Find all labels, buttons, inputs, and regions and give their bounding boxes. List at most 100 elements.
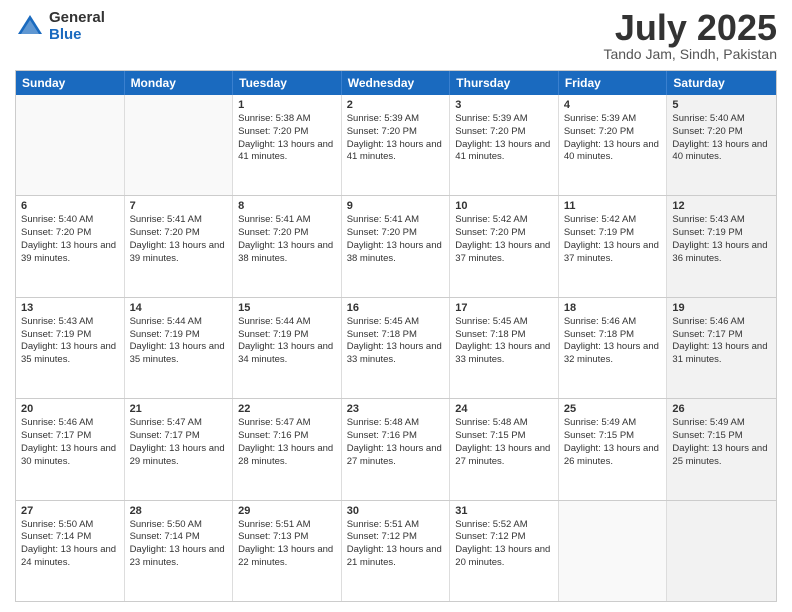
day-cell-12: 12Sunrise: 5:43 AM Sunset: 7:19 PM Dayli…: [667, 196, 776, 296]
day-cell-4: 4 Sunrise: 5:39 AM Sunset: 7:20 PM Daylig…: [559, 95, 668, 195]
calendar-body: 1Sunrise: 5:38 AM Sunset: 7:20 PM Daylig…: [16, 95, 776, 601]
day-number: 4: [564, 99, 662, 111]
day-detail: Sunrise: 5:48 AM Sunset: 7:16 PM Dayligh…: [347, 417, 445, 468]
day-number: 3: [455, 99, 553, 111]
calendar-week-5: 27 Sunrise: 5:50 AM Sunset: 7:14 PM Dayli…: [16, 500, 776, 601]
logo-blue-text: Blue: [49, 27, 105, 44]
day-number: 20: [21, 403, 119, 415]
header-day-wednesday: Wednesday: [342, 71, 451, 95]
day-number: 23: [347, 403, 445, 415]
day-number: 5: [672, 99, 771, 111]
calendar-header: SundayMondayTuesdayWednesdayThursdayFrid…: [16, 71, 776, 95]
day-number: 19: [672, 302, 771, 314]
day-cell-23: 23 Sunrise: 5:48 AM Sunset: 7:16 PM Dayli…: [342, 399, 451, 499]
day-detail: Sunrise: 5:39 AM Sunset: 7:20 PM Dayligh…: [564, 113, 662, 164]
day-cell-11: 11 Sunrise: 5:42 AM Sunset: 7:19 PM Dayli…: [559, 196, 668, 296]
calendar: SundayMondayTuesdayWednesdayThursdayFrid…: [15, 70, 777, 602]
day-number: 10: [455, 200, 553, 212]
logo-icon: [15, 12, 45, 42]
day-number: 22: [238, 403, 336, 415]
title-month: July 2025: [603, 10, 777, 46]
day-detail: Sunrise: 5:45 AM Sunset: 7:18 PM Dayligh…: [347, 316, 445, 367]
day-number: 28: [130, 505, 228, 517]
day-cell-29: 29 Sunrise: 5:51 AM Sunset: 7:13 PM Dayli…: [233, 501, 342, 601]
header-day-monday: Monday: [125, 71, 234, 95]
day-number: 11: [564, 200, 662, 212]
header: General Blue July 2025 Tando Jam, Sindh,…: [15, 10, 777, 62]
day-number: 2: [347, 99, 445, 111]
day-cell-7: 7 Sunrise: 5:41 AM Sunset: 7:20 PM Daylig…: [125, 196, 234, 296]
day-detail: Sunrise: 5:46 AM Sunset: 7:18 PM Dayligh…: [564, 316, 662, 367]
day-number: 7: [130, 200, 228, 212]
day-detail: Sunrise: 5:40 AM Sunset: 7:20 PM Dayligh…: [672, 113, 771, 164]
day-detail: Sunrise: 5:39 AM Sunset: 7:20 PM Dayligh…: [455, 113, 553, 164]
day-detail: Sunrise: 5:48 AM Sunset: 7:15 PM Dayligh…: [455, 417, 553, 468]
day-detail: Sunrise: 5:42 AM Sunset: 7:20 PM Dayligh…: [455, 214, 553, 265]
day-number: 15: [238, 302, 336, 314]
header-day-tuesday: Tuesday: [233, 71, 342, 95]
day-cell-5: 5 Sunrise: 5:40 AM Sunset: 7:20 PM Daylig…: [667, 95, 776, 195]
day-number: 18: [564, 302, 662, 314]
day-cell-15: 15 Sunrise: 5:44 AM Sunset: 7:19 PM Dayli…: [233, 298, 342, 398]
day-cell-31: 31 Sunrise: 5:52 AM Sunset: 7:12 PM Dayli…: [450, 501, 559, 601]
day-cell-27: 27Sunrise: 5:50 AM Sunset: 7:14 PM Dayli…: [16, 501, 125, 601]
day-number: 8: [238, 200, 336, 212]
day-detail: Sunrise: 5:47 AM Sunset: 7:17 PM Dayligh…: [130, 417, 228, 468]
title-location: Tando Jam, Sindh, Pakistan: [603, 46, 777, 62]
day-detail: Sunrise: 5:51 AM Sunset: 7:12 PM Dayligh…: [347, 519, 445, 570]
day-cell-2: 2 Sunrise: 5:39 AM Sunset: 7:20 PM Daylig…: [342, 95, 451, 195]
header-day-friday: Friday: [559, 71, 668, 95]
calendar-week-1: 1Sunrise: 5:38 AM Sunset: 7:20 PM Daylig…: [16, 95, 776, 195]
day-number: 29: [238, 505, 336, 517]
day-detail: Sunrise: 5:51 AM Sunset: 7:13 PM Dayligh…: [238, 519, 336, 570]
day-detail: Sunrise: 5:41 AM Sunset: 7:20 PM Dayligh…: [347, 214, 445, 265]
day-detail: Sunrise: 5:41 AM Sunset: 7:20 PM Dayligh…: [130, 214, 228, 265]
day-detail: Sunrise: 5:49 AM Sunset: 7:15 PM Dayligh…: [564, 417, 662, 468]
day-detail: Sunrise: 5:40 AM Sunset: 7:20 PM Dayligh…: [21, 214, 119, 265]
day-detail: Sunrise: 5:45 AM Sunset: 7:18 PM Dayligh…: [455, 316, 553, 367]
day-number: 9: [347, 200, 445, 212]
calendar-week-3: 13Sunrise: 5:43 AM Sunset: 7:19 PM Dayli…: [16, 297, 776, 398]
day-cell-22: 22 Sunrise: 5:47 AM Sunset: 7:16 PM Dayli…: [233, 399, 342, 499]
day-detail: Sunrise: 5:50 AM Sunset: 7:14 PM Dayligh…: [130, 519, 228, 570]
calendar-week-2: 6 Sunrise: 5:40 AM Sunset: 7:20 PM Daylig…: [16, 195, 776, 296]
day-cell-empty: [16, 95, 125, 195]
day-cell-19: 19 Sunrise: 5:46 AM Sunset: 7:17 PM Dayli…: [667, 298, 776, 398]
day-number: 27: [21, 505, 119, 517]
day-detail: Sunrise: 5:46 AM Sunset: 7:17 PM Dayligh…: [672, 316, 771, 367]
day-cell-25: 25 Sunrise: 5:49 AM Sunset: 7:15 PM Dayli…: [559, 399, 668, 499]
day-number: 6: [21, 200, 119, 212]
day-number: 26: [672, 403, 771, 415]
logo: General Blue: [15, 10, 105, 43]
day-cell-6: 6 Sunrise: 5:40 AM Sunset: 7:20 PM Daylig…: [16, 196, 125, 296]
day-detail: Sunrise: 5:44 AM Sunset: 7:19 PM Dayligh…: [238, 316, 336, 367]
day-detail: Sunrise: 5:39 AM Sunset: 7:20 PM Dayligh…: [347, 113, 445, 164]
day-detail: Sunrise: 5:41 AM Sunset: 7:20 PM Dayligh…: [238, 214, 336, 265]
day-detail: Sunrise: 5:43 AM Sunset: 7:19 PM Dayligh…: [672, 214, 771, 265]
day-detail: Sunrise: 5:42 AM Sunset: 7:19 PM Dayligh…: [564, 214, 662, 265]
day-cell-10: 10 Sunrise: 5:42 AM Sunset: 7:20 PM Dayli…: [450, 196, 559, 296]
day-cell-28: 28 Sunrise: 5:50 AM Sunset: 7:14 PM Dayli…: [125, 501, 234, 601]
day-detail: Sunrise: 5:43 AM Sunset: 7:19 PM Dayligh…: [21, 316, 119, 367]
day-detail: Sunrise: 5:46 AM Sunset: 7:17 PM Dayligh…: [21, 417, 119, 468]
day-cell-9: 9 Sunrise: 5:41 AM Sunset: 7:20 PM Daylig…: [342, 196, 451, 296]
logo-text: General Blue: [49, 10, 105, 43]
day-cell-21: 21 Sunrise: 5:47 AM Sunset: 7:17 PM Dayli…: [125, 399, 234, 499]
day-number: 31: [455, 505, 553, 517]
day-number: 1: [238, 99, 336, 111]
day-detail: Sunrise: 5:47 AM Sunset: 7:16 PM Dayligh…: [238, 417, 336, 468]
day-cell-14: 14Sunrise: 5:44 AM Sunset: 7:19 PM Dayli…: [125, 298, 234, 398]
day-number: 21: [130, 403, 228, 415]
day-number: 14: [130, 302, 228, 314]
header-day-sunday: Sunday: [16, 71, 125, 95]
day-cell-empty: [559, 501, 668, 601]
day-cell-empty: [125, 95, 234, 195]
day-detail: Sunrise: 5:52 AM Sunset: 7:12 PM Dayligh…: [455, 519, 553, 570]
header-day-thursday: Thursday: [450, 71, 559, 95]
day-number: 24: [455, 403, 553, 415]
day-number: 25: [564, 403, 662, 415]
day-cell-8: 8 Sunrise: 5:41 AM Sunset: 7:20 PM Daylig…: [233, 196, 342, 296]
day-cell-18: 18 Sunrise: 5:46 AM Sunset: 7:18 PM Dayli…: [559, 298, 668, 398]
day-cell-24: 24 Sunrise: 5:48 AM Sunset: 7:15 PM Dayli…: [450, 399, 559, 499]
day-number: 17: [455, 302, 553, 314]
